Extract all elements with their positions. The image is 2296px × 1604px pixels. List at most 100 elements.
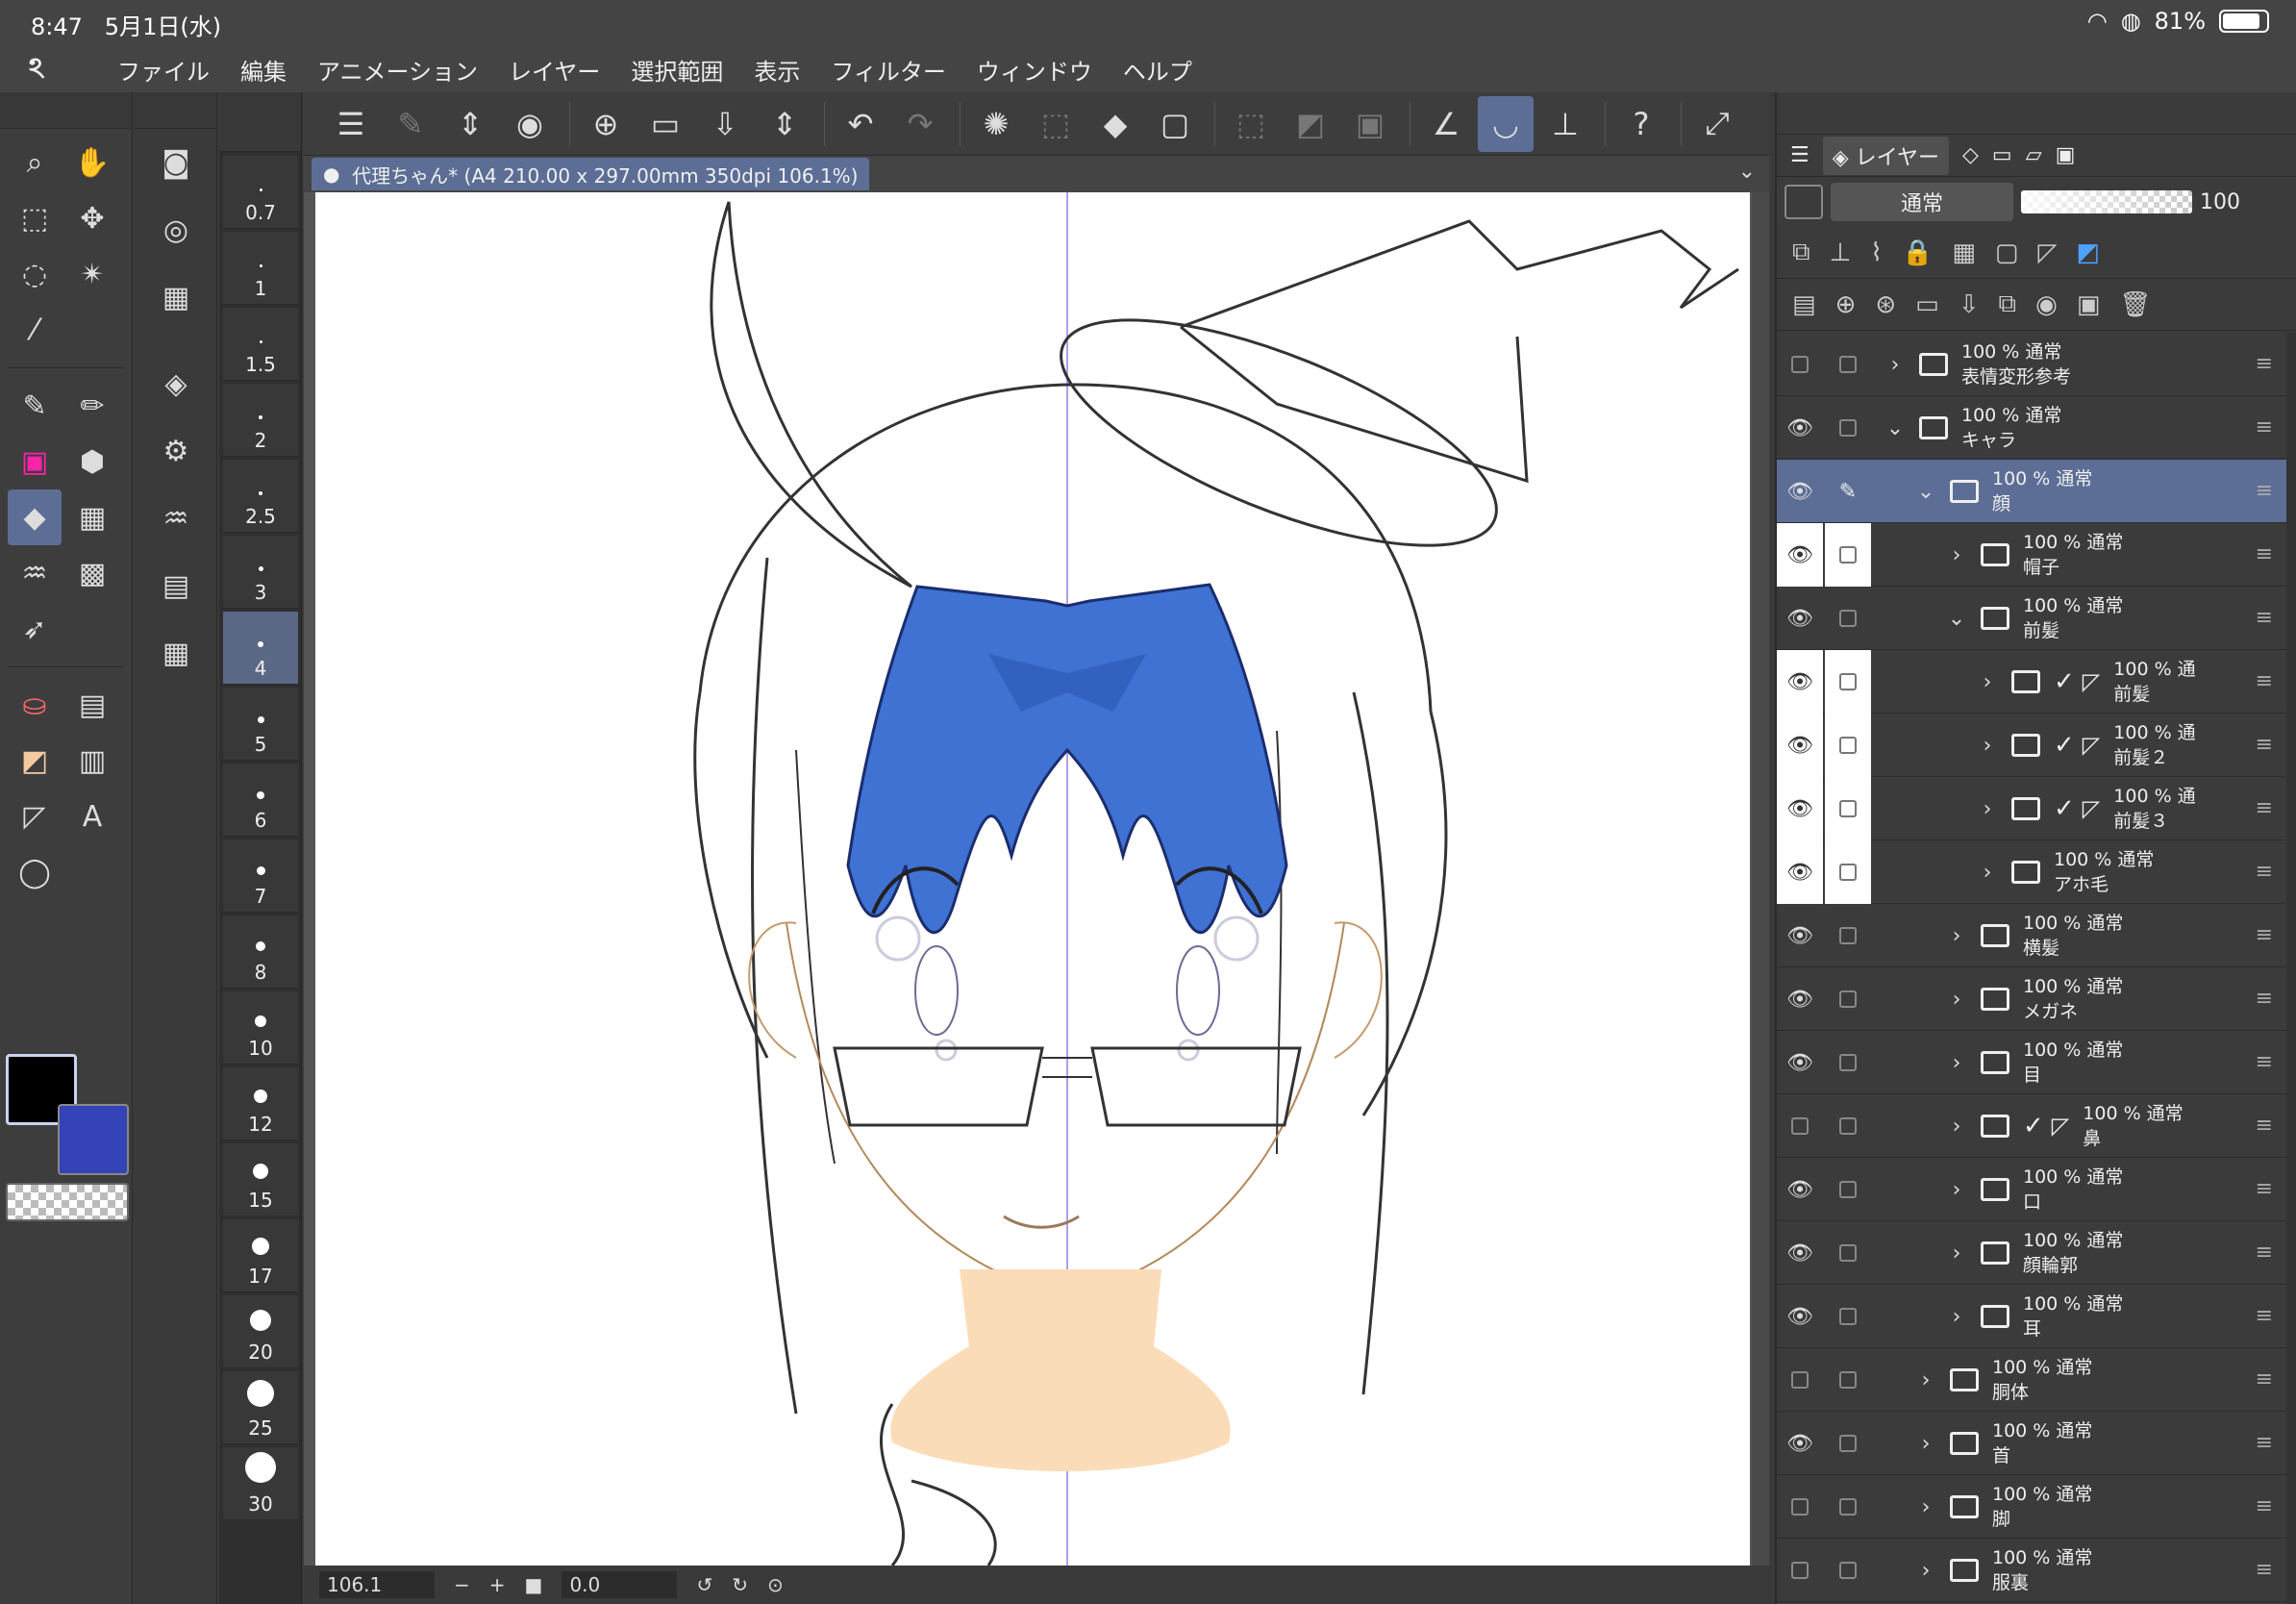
- brush-size-option[interactable]: 1: [223, 232, 298, 305]
- layer-handle-icon[interactable]: ≡: [2256, 606, 2273, 630]
- eye-icon[interactable]: 👁: [1777, 1221, 1823, 1285]
- brush-size-option[interactable]: 6: [223, 764, 298, 837]
- rotation-value-field[interactable]: 0.0: [562, 1571, 678, 1598]
- chevron-right-icon[interactable]: ›: [1942, 1115, 1971, 1139]
- eye-icon[interactable]: 👁: [1777, 523, 1823, 587]
- grid-snap-icon[interactable]: ⊥: [1537, 96, 1593, 152]
- brush-size-option[interactable]: 1.5: [223, 308, 298, 381]
- layer-row[interactable]: 👁 › 100 % 通常耳 ≡: [1777, 1285, 2286, 1348]
- layer-list-icon[interactable]: ▤: [1792, 290, 1816, 319]
- layer-handle-icon[interactable]: ≡: [2256, 669, 2273, 693]
- layer-handle-icon[interactable]: ≡: [2256, 1367, 2273, 1391]
- save-icon[interactable]: ⇩: [697, 96, 753, 152]
- gradient-tool-icon[interactable]: ▤: [65, 677, 119, 733]
- move-tool-icon[interactable]: ✥: [65, 190, 119, 246]
- transform-icon[interactable]: ▢: [1147, 96, 1203, 152]
- brush-size-option[interactable]: 8: [223, 915, 298, 989]
- eye-hidden-icon[interactable]: [1777, 333, 1823, 396]
- blend-tool-icon[interactable]: ♒: [8, 545, 62, 601]
- layer-select-checkbox[interactable]: [1825, 1031, 1871, 1094]
- sub-tool-grid-icon[interactable]: ▦: [135, 619, 217, 687]
- brush-size-option[interactable]: 4: [223, 612, 298, 685]
- eye-hidden-icon[interactable]: [1777, 1475, 1823, 1539]
- layer-color-toggle-icon[interactable]: ◩: [2076, 238, 2100, 267]
- eyedropper-icon[interactable]: ⁄: [8, 302, 62, 358]
- fill-icon[interactable]: ◆: [1087, 96, 1143, 152]
- layer-panel-header[interactable]: [1777, 92, 2296, 135]
- layer-row[interactable]: › 100 % 通常 表情変形参考 ≡: [1777, 333, 2286, 396]
- transparent-color-swatch[interactable]: [6, 1183, 129, 1221]
- chevron-right-icon[interactable]: ›: [1973, 797, 2002, 821]
- chevron-right-icon[interactable]: ›: [1942, 1241, 1971, 1266]
- undo-icon[interactable]: ↶: [833, 96, 888, 152]
- brush-size-option[interactable]: 0.7: [223, 156, 298, 229]
- zoom-tool-icon[interactable]: ⌕: [8, 135, 62, 190]
- apply-mask-icon[interactable]: ▣: [2077, 290, 2101, 319]
- eye-icon[interactable]: 👁: [1777, 967, 1823, 1031]
- special-ruler-snap-icon[interactable]: ◡: [1478, 95, 1534, 152]
- chevron-right-icon[interactable]: ›: [1911, 1559, 1940, 1583]
- layer-select-checkbox[interactable]: [1825, 904, 1871, 967]
- cake-decoration-icon[interactable]: ⛀: [8, 677, 62, 733]
- layer-row[interactable]: 👁 › ✓ ◸ 100 % 通前髪３ ≡: [1777, 777, 2286, 840]
- eraser-settings-icon[interactable]: ⚙: [135, 417, 217, 485]
- decoration-tool-icon[interactable]: ▣: [8, 434, 62, 489]
- help-icon[interactable]: ?: [1613, 96, 1669, 152]
- kneaded-eraser-icon[interactable]: ♒: [135, 485, 217, 552]
- stabilizer-icon[interactable]: ⇕: [442, 96, 498, 152]
- eye-icon[interactable]: 👁: [1777, 587, 1823, 650]
- layer-handle-icon[interactable]: ≡: [2256, 923, 2273, 947]
- vector-eraser-icon[interactable]: ◈: [135, 350, 217, 417]
- invert-selection-icon[interactable]: ◩: [1283, 96, 1338, 152]
- clear-selection-icon[interactable]: ⬚: [1028, 96, 1084, 152]
- film-eraser-icon[interactable]: ▤: [135, 552, 217, 619]
- redo-icon[interactable]: ↷: [892, 96, 948, 152]
- selection-show-icon[interactable]: ⬚: [1223, 96, 1279, 152]
- eye-hidden-icon[interactable]: [1777, 1094, 1823, 1158]
- brush-size-option[interactable]: 20: [223, 1295, 298, 1368]
- brush-size-option[interactable]: 3: [223, 536, 298, 609]
- eye-icon[interactable]: 👁: [1777, 840, 1823, 904]
- brush-size-option[interactable]: 12: [223, 1067, 298, 1140]
- layer-row[interactable]: › 100 % 通常 胴体 ≡: [1777, 1348, 2286, 1412]
- layer-handle-icon[interactable]: ≡: [2256, 1241, 2273, 1265]
- pen-tool-icon[interactable]: ✎: [8, 378, 62, 434]
- chevron-right-icon[interactable]: ›: [1942, 1178, 1971, 1202]
- layer-row[interactable]: 👁 › 100 % 通常 メガネ ≡: [1777, 967, 2286, 1031]
- eye-icon[interactable]: 👁: [1777, 714, 1823, 777]
- chevron-right-icon[interactable]: ›: [1942, 1305, 1971, 1329]
- balloon-tool-icon[interactable]: ◯: [8, 844, 62, 900]
- pen-edit-icon[interactable]: ✎: [1825, 460, 1871, 523]
- eye-icon[interactable]: 👁: [1777, 904, 1823, 967]
- eye-icon[interactable]: 👁: [1777, 1031, 1823, 1094]
- layer-select-checkbox[interactable]: [1825, 650, 1871, 714]
- ruler-tool-icon[interactable]: ◸: [8, 789, 62, 844]
- layer-color-icon[interactable]: [1784, 185, 1823, 219]
- magic-wand-icon[interactable]: ✴: [65, 246, 119, 302]
- liquify-tool-icon[interactable]: ➶: [8, 601, 62, 657]
- chevron-right-icon[interactable]: ›: [1911, 1495, 1940, 1519]
- layer-select-checkbox[interactable]: [1825, 777, 1871, 840]
- chevron-right-icon[interactable]: ›: [1942, 988, 1971, 1012]
- menu-help[interactable]: ヘルプ: [1123, 53, 1192, 87]
- opacity-slider[interactable]: [2021, 190, 2192, 213]
- brush-size-option[interactable]: 15: [223, 1143, 298, 1216]
- layer-handle-icon[interactable]: ≡: [2256, 415, 2273, 439]
- brush-size-option[interactable]: 17: [223, 1219, 298, 1292]
- layer-list-scrollbar[interactable]: [2286, 333, 2296, 1604]
- brush-size-option[interactable]: 30: [223, 1447, 298, 1520]
- chevron-right-icon[interactable]: ›: [1942, 924, 1971, 948]
- menu-selection[interactable]: 選択範囲: [631, 53, 723, 87]
- new-folder-icon[interactable]: ▭: [1915, 290, 1939, 319]
- layer-select-checkbox[interactable]: [1825, 587, 1871, 650]
- canvas-tab[interactable]: ● 代理ちゃん* (A4 210.00 x 297.00mm 350dpi 10…: [312, 158, 870, 190]
- fullscreen-icon[interactable]: ⤢: [1689, 96, 1745, 152]
- ruler-range-icon[interactable]: ◸: [2037, 238, 2057, 267]
- menu-filter[interactable]: フィルター: [831, 53, 946, 87]
- zoom-out-icon[interactable]: −: [454, 1573, 470, 1596]
- layer-row[interactable]: 👁 › 100 % 通常 アホ毛 ≡: [1777, 840, 2286, 904]
- layer-handle-icon[interactable]: ≡: [2256, 987, 2273, 1011]
- tab-material-icon[interactable]: ▣: [2056, 143, 2076, 167]
- eye-icon[interactable]: 👁: [1777, 1158, 1823, 1221]
- layer-row[interactable]: 👁 › ✓ ◸ 100 % 通前髪２ ≡: [1777, 714, 2286, 777]
